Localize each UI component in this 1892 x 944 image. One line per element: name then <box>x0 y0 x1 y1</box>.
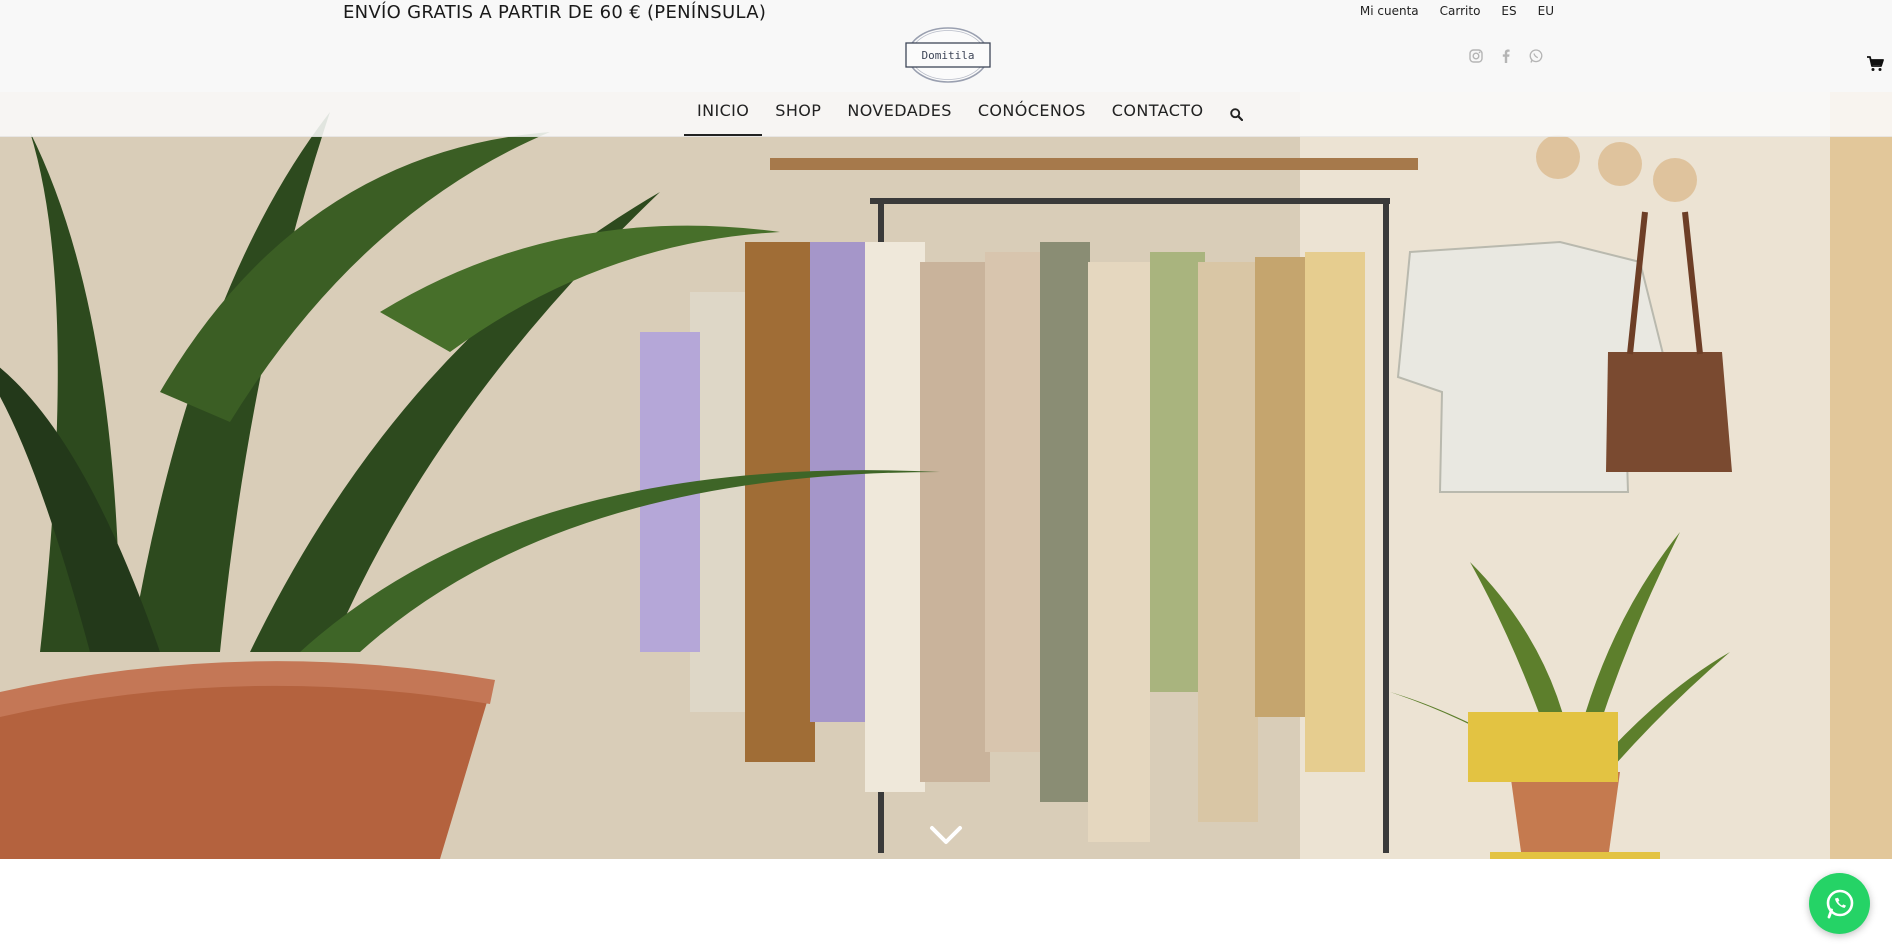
nav-item-shop[interactable]: SHOP <box>762 92 834 136</box>
whatsapp-chat-button[interactable] <box>1809 873 1870 934</box>
chevron-down-icon[interactable] <box>928 820 964 848</box>
whatsapp-icon <box>1826 889 1853 918</box>
nav-search-button[interactable] <box>1216 92 1256 136</box>
cart-link[interactable]: Carrito <box>1440 4 1481 18</box>
top-header: ENVÍO GRATIS A PARTIR DE 60 € (PENÍNSULA… <box>0 0 1892 92</box>
my-account-link[interactable]: Mi cuenta <box>1360 4 1419 18</box>
nav-menu: INICIO SHOP NOVEDADES CONÓCENOS CONTACTO <box>684 92 1256 136</box>
cart-icon[interactable] <box>1866 56 1884 72</box>
site-logo[interactable]: Domitila <box>904 26 992 84</box>
language-es-link[interactable]: ES <box>1501 4 1516 18</box>
logo-text: Domitila <box>922 49 975 62</box>
hero-shop-interior <box>0 92 1892 859</box>
hero-banner-image <box>0 92 1892 859</box>
search-icon <box>1230 107 1243 121</box>
nav-item-contacto[interactable]: CONTACTO <box>1099 92 1217 136</box>
language-eu-link[interactable]: EU <box>1538 4 1554 18</box>
nav-item-conocenos[interactable]: CONÓCENOS <box>965 92 1099 136</box>
nav-item-inicio[interactable]: INICIO <box>684 92 763 136</box>
social-links <box>1468 48 1544 64</box>
nav-item-novedades[interactable]: NOVEDADES <box>834 92 965 136</box>
top-links: Mi cuenta Carrito ES EU <box>1360 4 1554 18</box>
main-navigation: INICIO SHOP NOVEDADES CONÓCENOS CONTACTO <box>0 92 1892 137</box>
free-shipping-banner: ENVÍO GRATIS A PARTIR DE 60 € (PENÍNSULA… <box>343 2 767 23</box>
whatsapp-icon[interactable] <box>1528 48 1544 64</box>
facebook-icon[interactable] <box>1498 48 1514 64</box>
instagram-icon[interactable] <box>1468 48 1484 64</box>
